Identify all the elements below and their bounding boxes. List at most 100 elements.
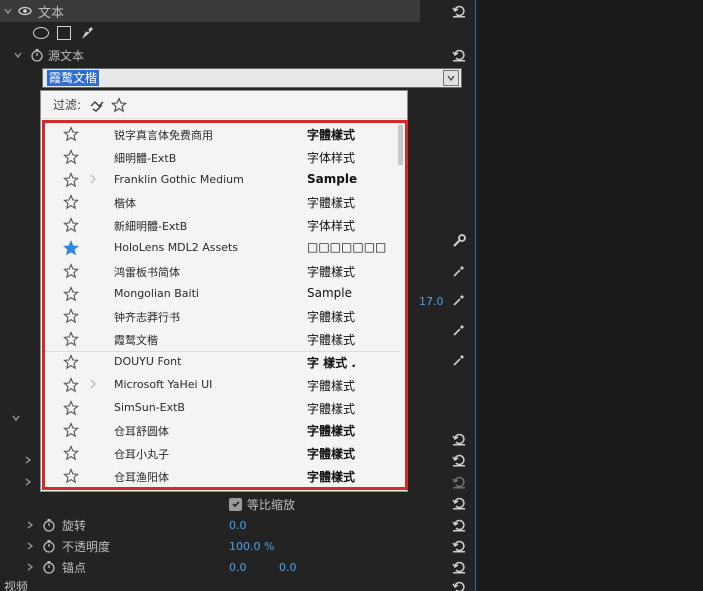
mask-tools-row xyxy=(0,22,475,44)
favorite-star-icon[interactable] xyxy=(62,126,80,142)
font-list-item[interactable]: SimSun-ExtB 字體樣式 xyxy=(45,397,405,420)
favorite-star-filled-icon[interactable] xyxy=(62,240,80,256)
favorites-filter-star-icon[interactable] xyxy=(111,96,128,113)
font-sample: 字體樣式 xyxy=(307,128,356,142)
anchor-y-value[interactable]: 0.0 xyxy=(279,561,297,574)
font-family-select[interactable]: 霞鹜文楷 xyxy=(42,68,462,88)
font-list-item[interactable]: 霞鹜文楷 字體樣式 xyxy=(45,328,405,351)
reset-icon[interactable] xyxy=(450,473,468,491)
font-name: 新細明體-ExtB xyxy=(114,220,188,234)
anchor-row: 锚点 0.0 0.0 xyxy=(0,556,475,578)
favorite-star-icon[interactable] xyxy=(62,285,80,302)
opacity-label: 不透明度 xyxy=(62,539,111,554)
chevron-right-icon[interactable] xyxy=(22,476,34,488)
eyedropper-icon[interactable] xyxy=(450,321,468,339)
favorite-star-icon[interactable] xyxy=(62,262,80,279)
pen-tool-icon[interactable] xyxy=(79,25,95,41)
favorite-star-icon[interactable] xyxy=(62,308,80,324)
stroke-width-value[interactable]: 17.0 xyxy=(419,295,444,308)
favorite-star-icon[interactable] xyxy=(62,331,80,347)
favorite-star-icon[interactable] xyxy=(62,354,80,370)
reset-icon[interactable] xyxy=(450,558,468,576)
chevron-right-icon[interactable] xyxy=(89,379,99,391)
favorite-star-icon[interactable] xyxy=(62,171,80,188)
favorite-star-icon[interactable] xyxy=(62,217,80,233)
font-list-item[interactable]: 仓耳渔阳体 字體樣式 xyxy=(45,465,405,487)
reset-icon[interactable] xyxy=(450,46,468,64)
visibility-eye-icon[interactable] xyxy=(18,4,32,18)
chevron-down-icon[interactable] xyxy=(10,412,22,424)
font-name: Mongolian Baiti xyxy=(114,286,199,300)
font-name: 钟齐志莽行书 xyxy=(114,311,180,325)
font-name: DOUYU Font xyxy=(114,355,182,368)
opacity-value[interactable]: 100.0 % xyxy=(229,540,274,553)
favorite-star-icon[interactable] xyxy=(62,148,80,165)
favorite-star-icon[interactable] xyxy=(62,399,80,416)
font-sample: 字體樣式 xyxy=(307,447,356,462)
font-list-item[interactable]: 新細明體-ExtB 字体样式 xyxy=(45,214,405,237)
font-list-item[interactable]: Microsoft YaHei UI 字體樣式 xyxy=(45,374,405,397)
font-list-item[interactable]: HoloLens MDL2 Assets □□□□□□□ xyxy=(45,237,405,260)
favorite-star-icon[interactable] xyxy=(62,445,80,461)
font-select-value[interactable]: 霞鹜文楷 xyxy=(47,70,100,86)
anchor-x-value[interactable]: 0.0 xyxy=(229,561,247,574)
video-section-label: 视频 xyxy=(4,580,29,591)
font-name: 楷体 xyxy=(114,197,136,211)
source-text-label: 源文本 xyxy=(48,48,85,63)
chevron-down-icon[interactable] xyxy=(12,49,24,61)
reset-icon[interactable] xyxy=(450,451,468,469)
chevron-down-icon[interactable] xyxy=(443,70,459,86)
reset-icon[interactable] xyxy=(450,516,468,534)
font-list-item[interactable]: Mongolian Baiti Sample xyxy=(45,283,405,306)
ellipse-mask-icon[interactable] xyxy=(33,27,49,39)
chevron-right-icon[interactable] xyxy=(22,454,34,466)
font-sample: Sample xyxy=(307,285,352,300)
rotation-value[interactable]: 0.0 xyxy=(229,519,247,532)
font-name: Microsoft YaHei UI xyxy=(114,377,213,391)
font-list-item[interactable]: 仓耳舒圆体 字體樣式 xyxy=(45,419,405,442)
font-sample: 字體樣式 xyxy=(307,264,356,279)
font-list-item[interactable]: Franklin Gothic Medium Sample xyxy=(45,169,405,192)
stopwatch-icon[interactable] xyxy=(42,539,56,553)
font-list-item[interactable]: 鸿雷板书简体 字體樣式 xyxy=(45,260,405,283)
reset-icon[interactable] xyxy=(450,578,468,591)
font-dropdown-panel: 过滤: 锐字真言体免费商用 字體樣式 細明體-ExtB 字体样式 Franklin Go… xyxy=(40,90,408,492)
favorite-star-icon[interactable] xyxy=(62,422,80,438)
chevron-down-icon[interactable] xyxy=(2,5,14,17)
layer-name: 文本 xyxy=(38,5,65,21)
chevron-right-icon[interactable] xyxy=(24,540,36,552)
chevron-right-icon[interactable] xyxy=(89,174,99,186)
rotation-label: 旋转 xyxy=(62,518,87,533)
stopwatch-icon[interactable] xyxy=(42,560,56,574)
eyedropper-icon[interactable] xyxy=(450,262,468,280)
font-list-item[interactable]: 細明體-ExtB 字体样式 xyxy=(45,146,405,169)
eyedropper-icon[interactable] xyxy=(450,291,468,309)
font-list-item[interactable]: 楷体 字體樣式 xyxy=(45,191,405,214)
font-sample: 字体样式 xyxy=(307,150,356,165)
favorite-star-icon[interactable] xyxy=(62,376,80,393)
font-sample: 字體樣式 xyxy=(307,401,356,416)
stopwatch-icon[interactable] xyxy=(42,518,56,532)
wrench-icon[interactable] xyxy=(450,232,468,250)
font-list: 锐字真言体免费商用 字體樣式 細明體-ExtB 字体样式 Franklin Gothic… xyxy=(42,120,408,490)
stopwatch-icon[interactable] xyxy=(30,48,44,62)
chevron-right-icon[interactable] xyxy=(24,561,36,573)
favorite-star-icon[interactable] xyxy=(62,194,80,210)
reset-icon[interactable] xyxy=(450,537,468,555)
font-name: 仓耳渔阳体 xyxy=(114,471,169,484)
eyedropper-icon[interactable] xyxy=(450,351,468,369)
font-name: 霞鹜文楷 xyxy=(114,334,158,348)
reset-icon[interactable] xyxy=(450,430,468,448)
font-list-item[interactable]: 仓耳小丸子 字體樣式 xyxy=(45,442,405,465)
font-list-item[interactable]: DOUYU Font 字 樣式 . xyxy=(45,351,405,374)
synced-fonts-filter-icon[interactable] xyxy=(89,97,105,113)
rectangle-mask-icon[interactable] xyxy=(57,26,71,40)
reset-icon[interactable] xyxy=(450,2,468,20)
favorite-star-icon[interactable] xyxy=(62,468,80,484)
font-list-item[interactable]: 锐字真言体免费商用 字體樣式 xyxy=(45,123,405,146)
font-list-item[interactable]: 钟齐志莽行书 字體樣式 xyxy=(45,305,405,328)
layer-header-row[interactable]: 文本 xyxy=(0,0,420,22)
right-pane xyxy=(475,0,703,591)
chevron-right-icon[interactable] xyxy=(24,519,36,531)
uniform-scale-checkbox[interactable] xyxy=(229,497,242,511)
